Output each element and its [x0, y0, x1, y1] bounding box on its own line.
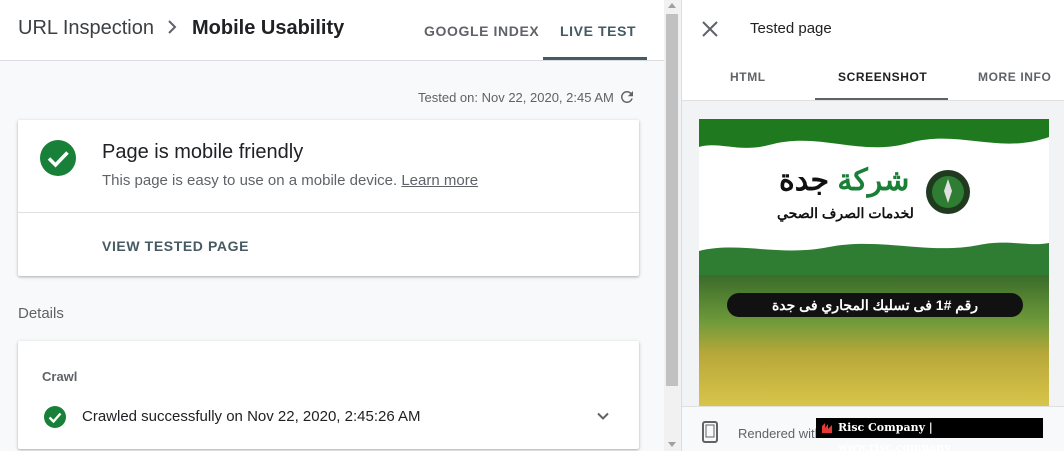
view-tested-page-button[interactable]: VIEW TESTED PAGE [102, 238, 249, 254]
status-subtitle-text: This page is easy to use on a mobile dev… [102, 172, 398, 189]
scroll-up-arrow-icon[interactable] [668, 3, 676, 8]
tab-google-index[interactable]: GOOGLE INDEX [424, 23, 539, 39]
tab-live-test[interactable]: LIVE TEST [560, 23, 636, 39]
chevron-down-icon[interactable] [594, 407, 612, 425]
scrollbar-thumb[interactable] [666, 14, 678, 386]
breadcrumb-url-inspection[interactable]: URL Inspection [18, 17, 154, 40]
check-circle-icon [44, 406, 66, 428]
green-wave-top [699, 119, 1049, 148]
tested-page-panel: Tested page HTML SCREENSHOT MORE INFO شر… [681, 0, 1064, 451]
status-title: Page is mobile friendly [102, 141, 304, 163]
inspection-pane: URL Inspection Mobile Usability GOOGLE I… [0, 0, 664, 451]
brand-name-dark: جدة [779, 164, 830, 197]
close-icon[interactable] [700, 19, 720, 39]
scroll-down-arrow-icon[interactable] [668, 442, 676, 447]
watermark-logo-icon [822, 423, 832, 433]
active-tab-indicator [543, 57, 647, 60]
smartphone-icon [702, 421, 718, 443]
details-heading: Details [18, 305, 64, 322]
learn-more-link[interactable]: Learn more [401, 172, 478, 189]
page-title: Mobile Usability [192, 17, 345, 39]
site-header: شركة جدة لخدمات الصرف الصحي [699, 119, 1049, 275]
site-brand-name: شركة جدة [779, 163, 909, 198]
tab-more-info[interactable]: MORE INFO [978, 70, 1051, 84]
check-circle-icon [40, 140, 76, 176]
mobile-friendly-card: Page is mobile friendly This page is eas… [18, 120, 639, 276]
chevron-right-icon [168, 20, 177, 34]
tested-on-timestamp: Tested on: Nov 22, 2020, 2:45 AM [418, 90, 614, 105]
site-logo-icon [926, 170, 970, 214]
crawl-heading: Crawl [42, 369, 78, 384]
site-tagline: لخدمات الصرف الصحي [777, 205, 914, 221]
site-hero-banner: رقم #1 فى تسليك المجاري فى جدة [727, 293, 1023, 317]
crawl-card: Crawl Crawled successfully on Nov 22, 20… [18, 341, 639, 449]
card-divider [18, 212, 639, 213]
status-subtitle: This page is easy to use on a mobile dev… [102, 172, 478, 189]
tab-html[interactable]: HTML [730, 70, 766, 84]
site-hero-photo: رقم #1 فى تسليك المجاري فى جدة [699, 275, 1049, 407]
page-screenshot: شركة جدة لخدمات الصرف الصحي رقم #1 فى تس… [699, 119, 1049, 407]
watermark-text: Risc Company | www.risc.company [838, 421, 951, 451]
tab-screenshot[interactable]: SCREENSHOT [838, 70, 927, 84]
watermark-label: Risc Company | www.risc.company [816, 418, 1043, 451]
brand-name-green: شركة [837, 164, 910, 197]
rendered-with-text: Rendered with [738, 426, 822, 441]
panel-title: Tested page [750, 20, 832, 37]
crawl-result: Crawled successfully on Nov 22, 2020, 2:… [82, 408, 421, 425]
green-wave-bottom [699, 242, 1049, 275]
refresh-icon[interactable] [618, 88, 636, 106]
top-bar: URL Inspection Mobile Usability GOOGLE I… [0, 0, 664, 61]
